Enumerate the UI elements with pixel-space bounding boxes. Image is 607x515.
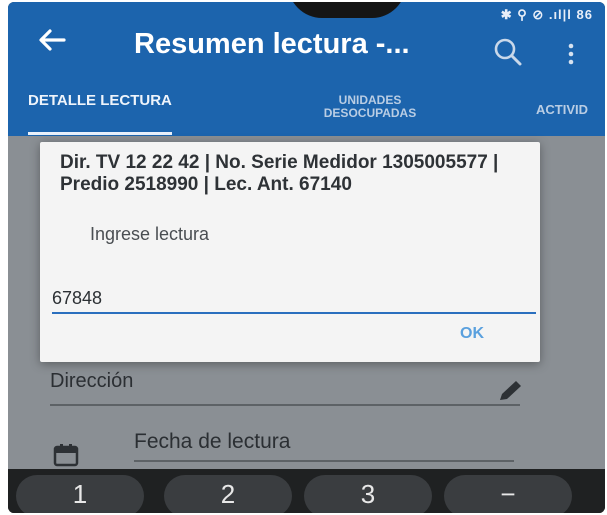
- search-icon[interactable]: [492, 36, 524, 68]
- tab-actividades[interactable]: ACTIVID: [536, 102, 588, 117]
- arrow-left-icon[interactable]: [34, 22, 70, 58]
- key-1[interactable]: 1: [16, 475, 144, 513]
- tab-bar: DETALLE LECTURA UNIDADES DESOCUPADAS ACT…: [8, 86, 605, 136]
- dialog-message: Dir. TV 12 22 42 | No. Serie Medidor 130…: [60, 152, 499, 195]
- pencil-icon[interactable]: [496, 378, 526, 404]
- numeric-keypad: 1 2 3 −: [8, 469, 605, 513]
- key-minus[interactable]: −: [444, 475, 572, 513]
- input-dialog: Dir. TV 12 22 42 | No. Serie Medidor 130…: [40, 142, 540, 362]
- dialog-hint: Ingrese lectura: [90, 224, 210, 244]
- direccion-underline: [50, 404, 520, 406]
- camera-notch: [288, 2, 406, 18]
- tab-detalle-lectura[interactable]: DETALLE LECTURA: [28, 92, 172, 135]
- ok-button[interactable]: OK: [460, 325, 484, 343]
- tab-label: ACTIVID: [536, 102, 588, 117]
- phone-screen: ✱ ⚲ ⊘ .ıl|l 86 Resumen lectura -... DETA…: [8, 2, 605, 513]
- app-bar: ✱ ⚲ ⊘ .ıl|l 86 Resumen lectura -...: [8, 2, 605, 86]
- direccion-label: Dirección: [50, 370, 134, 392]
- calendar-icon: [53, 444, 79, 467]
- fecha-underline: [134, 460, 514, 462]
- tab-label: UNIDADES DESOCUPADAS: [323, 93, 417, 120]
- active-tab-indicator: [28, 132, 172, 135]
- tab-unidades-desocupadas[interactable]: UNIDADES DESOCUPADAS: [300, 94, 440, 120]
- tab-label: DETALLE LECTURA: [28, 92, 172, 109]
- page-title: Resumen lectura -...: [134, 28, 410, 60]
- status-bar-icons: ✱ ⚲ ⊘ .ıl|l 86: [500, 7, 593, 22]
- key-2[interactable]: 2: [164, 475, 292, 513]
- key-3[interactable]: 3: [304, 475, 432, 513]
- reading-input[interactable]: 67848: [52, 288, 102, 309]
- reading-input-underline[interactable]: [52, 312, 536, 314]
- more-vert-icon[interactable]: [563, 40, 579, 68]
- fecha-de-lectura-field[interactable]: Fecha de lectura: [134, 430, 290, 454]
